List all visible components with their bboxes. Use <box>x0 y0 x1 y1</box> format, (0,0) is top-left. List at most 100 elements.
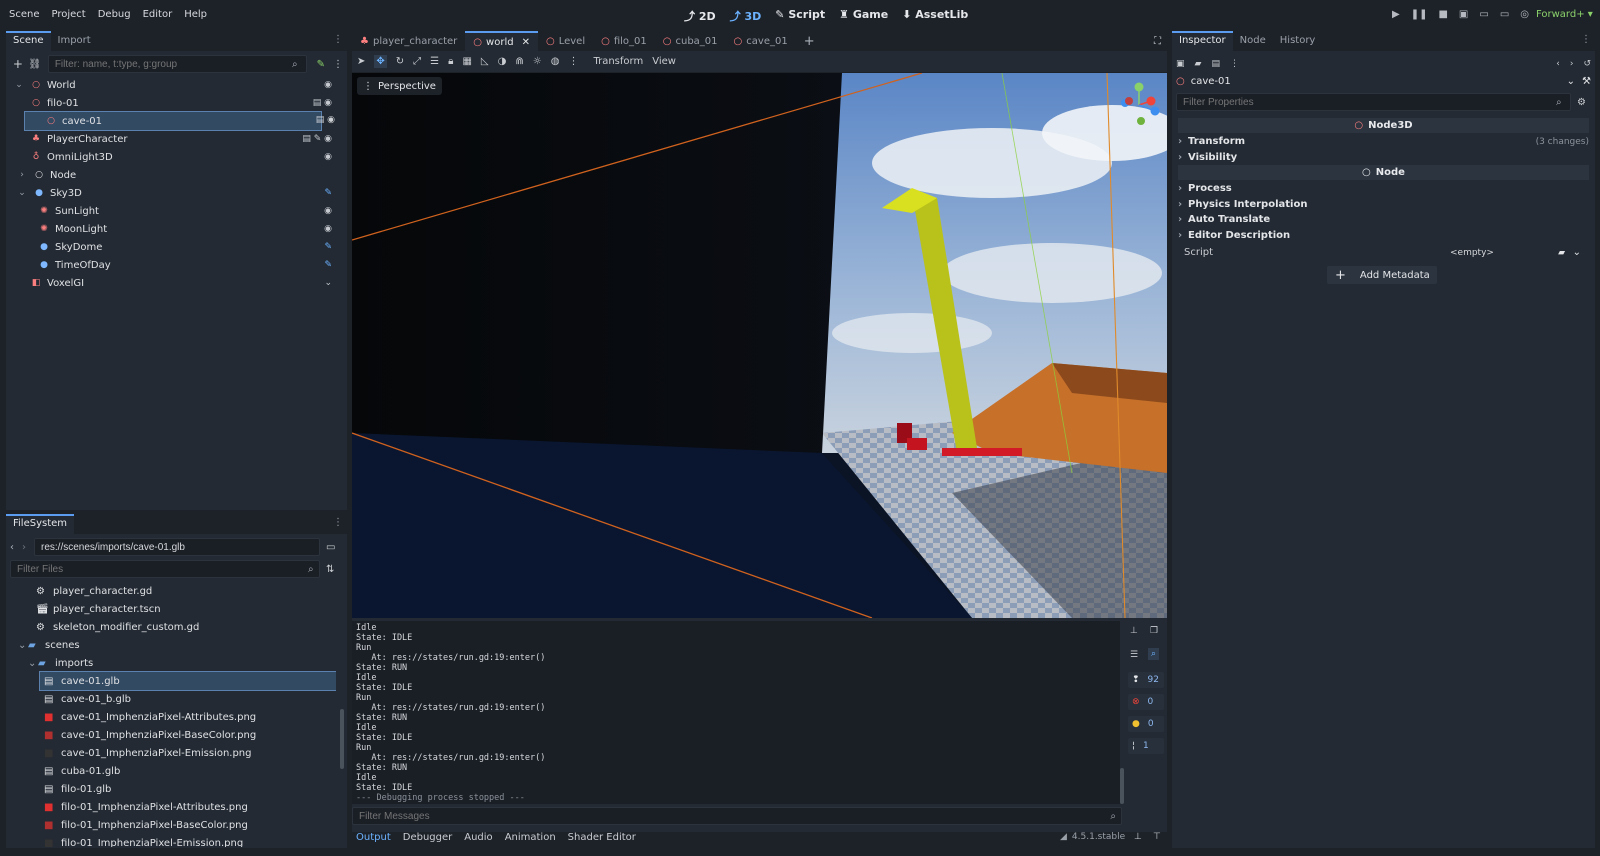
pause-icon[interactable]: ❚❚ <box>1411 9 1428 20</box>
tree-node-node[interactable]: › ○ Node <box>10 166 340 184</box>
link-icon[interactable]: ⛓ <box>26 59 44 70</box>
copy-icon[interactable]: ❐ <box>1150 626 1158 636</box>
expand-arrow-icon[interactable]: › <box>16 170 28 180</box>
workspace-3d[interactable]: ⤴ 3D <box>730 8 762 24</box>
file-item-selected[interactable]: ▤ cave-01.glb <box>39 671 336 691</box>
scale-tool-icon[interactable]: ⤢ <box>413 56 421 67</box>
file-item[interactable]: ▤ filo-01.glb <box>10 780 336 798</box>
clear-log-icon[interactable]: ⊥ <box>1130 626 1138 636</box>
file-item[interactable]: ■ cave-01_ImphenziaPixel-Attributes.png <box>10 708 336 726</box>
tab-inspector[interactable]: Inspector <box>1172 31 1233 51</box>
visibility-eye-icon[interactable]: ◉ <box>324 80 332 90</box>
tree-node-moonlight[interactable]: ✺ MoonLight ◉ <box>10 220 340 238</box>
add-metadata-button[interactable]: + Add Metadata <box>1327 266 1437 284</box>
filter-properties-input[interactable] <box>1176 93 1571 111</box>
tab-level[interactable]: ○ Level <box>538 36 593 47</box>
collapse-messages-icon[interactable]: ☰ <box>1130 650 1138 660</box>
movie-maker-icon[interactable]: ◎ <box>1520 9 1529 20</box>
output-log[interactable]: Idle State: IDLE Run At: res://states/run.… <box>352 621 1120 804</box>
tab-scene[interactable]: Scene <box>6 31 51 51</box>
visibility-eye-icon[interactable]: ▤ ◉ <box>313 98 332 108</box>
stop-icon[interactable]: ■ <box>1438 9 1447 20</box>
tree-node-omnilight3d[interactable]: ♁ OmniLight3D ◉ <box>10 148 340 166</box>
distraction-free-icon[interactable]: ⛶ <box>1154 36 1167 47</box>
script-icon[interactable]: ✎ <box>324 188 332 198</box>
object-selector[interactable]: ○ cave-01 ⌄ ⚒ <box>1176 72 1591 90</box>
workspace-game[interactable]: ♜ Game <box>839 8 888 24</box>
remote-debug-icon[interactable]: ▣ <box>1459 9 1468 20</box>
tab-shader-editor[interactable]: Shader Editor <box>568 832 636 843</box>
tree-node-skydome[interactable]: ● SkyDome ✎ <box>10 238 340 256</box>
tab-import[interactable]: Import <box>51 31 98 51</box>
script-icon[interactable]: ✎ <box>324 260 332 270</box>
workspace-2d[interactable]: ⤴ 2D <box>684 8 716 24</box>
chevron-down-icon[interactable]: ⌄ <box>1573 247 1581 258</box>
tab-world[interactable]: ○ world ✕ <box>465 31 538 51</box>
lock-icon[interactable]: 🔒︎ <box>448 56 453 67</box>
save-icon[interactable]: ▤ <box>1211 59 1220 69</box>
tree-node-sunlight[interactable]: ✺ SunLight ◉ <box>10 202 340 220</box>
play-custom-icon[interactable]: ▭ <box>1500 9 1509 20</box>
split-view-icon[interactable]: ▭ <box>326 542 335 553</box>
menu-dots-icon[interactable]: ⋮ <box>1581 34 1591 45</box>
file-item[interactable]: ■ cave-01_ImphenziaPixel-BaseColor.png <box>10 726 336 744</box>
group-icon[interactable]: ▦ <box>462 56 471 67</box>
transform-menu[interactable]: Transform <box>593 56 643 67</box>
rotate-tool-icon[interactable]: ↻ <box>396 56 404 67</box>
tab-animation[interactable]: Animation <box>505 832 556 843</box>
tree-node-timeofday[interactable]: ● TimeOfDay ✎ <box>10 256 340 274</box>
menu-editor[interactable]: Editor <box>143 9 173 20</box>
select-tool-icon[interactable]: ➤ <box>357 56 365 67</box>
folder-item[interactable]: ⌄ ▰ imports <box>10 654 336 672</box>
ruler-icon[interactable]: ◺ <box>481 56 489 67</box>
scrollbar[interactable] <box>340 709 344 769</box>
message-count-toggle[interactable]: ❢ 92 <box>1128 672 1164 688</box>
tab-history[interactable]: History <box>1273 31 1323 51</box>
file-item[interactable]: ■ filo-01_ImphenziaPixel-BaseColor.png <box>10 816 336 834</box>
scene-menu-icon[interactable]: ⋮ <box>333 59 343 70</box>
group-auto-translate[interactable]: › Auto Translate <box>1178 212 1589 227</box>
forward-icon[interactable]: › <box>22 542 34 553</box>
tab-node[interactable]: Node <box>1233 31 1273 51</box>
visibility-eye-icon[interactable]: ◉ <box>324 224 332 234</box>
menu-project[interactable]: Project <box>52 9 86 20</box>
collapse-arrow-icon[interactable]: ⌄ <box>16 188 28 198</box>
group-process[interactable]: › Process <box>1178 181 1589 196</box>
menu-help[interactable]: Help <box>184 9 207 20</box>
search-toggle-icon[interactable]: ⌕ <box>1148 648 1160 660</box>
warning-count-toggle[interactable]: ● 0 <box>1128 716 1164 732</box>
tools-icon[interactable]: ⚒ <box>1582 76 1591 87</box>
visibility-eye-icon[interactable]: ▤ ✎ ◉ <box>302 134 332 144</box>
tree-node-voxelgi[interactable]: ◧ VoxelGI ⌄ <box>10 274 340 292</box>
file-item[interactable]: ▤ cuba-01.glb <box>10 762 336 780</box>
local-space-icon[interactable]: ◑ <box>498 56 507 67</box>
collapse-arrow-icon[interactable]: ⌄ <box>28 658 38 669</box>
tree-node-world[interactable]: ⌄ ○ World ◉ <box>10 76 340 94</box>
error-count-toggle[interactable]: ⊗ 0 <box>1128 694 1164 710</box>
snap-icon[interactable]: ⋒ <box>515 56 523 67</box>
tab-output[interactable]: Output <box>356 832 391 843</box>
tab-filesystem[interactable]: FileSystem <box>6 514 75 534</box>
add-tab-icon[interactable]: + <box>796 34 823 49</box>
add-node-icon[interactable]: + <box>10 57 26 71</box>
folder-item[interactable]: ⌄ ▰ scenes <box>10 636 336 654</box>
tab-debugger[interactable]: Debugger <box>403 832 453 843</box>
workspace-script[interactable]: ✎ Script <box>775 8 825 24</box>
view-gizmo[interactable] <box>1115 81 1163 129</box>
script-icon[interactable]: ✎ <box>324 242 332 252</box>
info-count-toggle[interactable]: ¦ 1 <box>1128 738 1164 754</box>
play-icon[interactable]: ▶ <box>1392 9 1400 20</box>
expand-panel-icon[interactable]: ⊤ <box>1153 832 1161 842</box>
tree-node-sky3d[interactable]: ⌄ ● Sky3D ✎ <box>10 184 340 202</box>
more-icon[interactable]: ⋮ <box>1230 59 1239 69</box>
workspace-assetlib[interactable]: ⬇ AssetLib <box>902 8 968 24</box>
settings-icon[interactable]: ⚙ <box>1577 97 1586 108</box>
file-item[interactable]: ⚙ skeleton_modifier_custom.gd <box>10 618 336 636</box>
file-filter-input[interactable] <box>10 560 320 578</box>
group-editor-description[interactable]: › Editor Description <box>1178 228 1589 243</box>
console-scrollbar[interactable] <box>1120 768 1124 804</box>
load-script-icon[interactable]: ▰ <box>1558 248 1565 258</box>
list-select-icon[interactable]: ☰ <box>430 56 439 67</box>
renderer-selector[interactable]: Forward+ ▾ <box>1536 9 1593 20</box>
move-tool-icon[interactable]: ✥ <box>374 55 387 68</box>
